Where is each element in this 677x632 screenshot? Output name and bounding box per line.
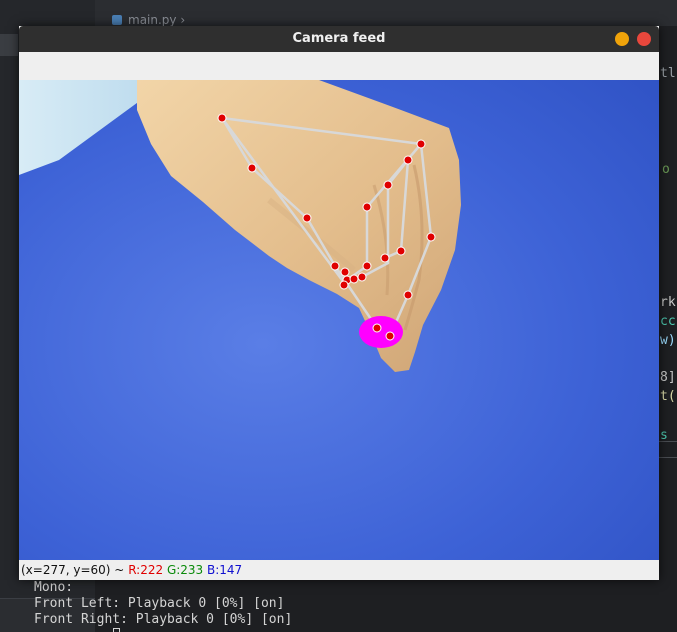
editor-tab-label: main.py bbox=[128, 13, 177, 27]
terminal-line: Mono: bbox=[34, 580, 74, 595]
code-fragment: 8] bbox=[660, 370, 676, 385]
close-button[interactable] bbox=[637, 32, 651, 46]
editor-tab-main[interactable]: main.py › bbox=[112, 13, 185, 27]
landmark-point bbox=[339, 280, 349, 290]
pixel-blue-value: B:147 bbox=[207, 563, 243, 577]
pinch-marker bbox=[359, 316, 403, 348]
landmark-point bbox=[403, 290, 413, 300]
editor-divider bbox=[659, 441, 677, 442]
camera-feed-window: Camera feed (x=277, y=60) ~ R:222 G:233 … bbox=[19, 26, 659, 580]
landmark-point bbox=[357, 272, 367, 282]
landmark-point bbox=[372, 323, 382, 333]
landmark-point bbox=[396, 246, 406, 256]
window-title: Camera feed bbox=[292, 31, 386, 46]
ide-sidebar-highlight bbox=[0, 34, 18, 56]
status-bar: (x=277, y=60) ~ R:222 G:233 B:147 bbox=[19, 560, 659, 580]
cursor-coordinates: (x=277, y=60) ~ bbox=[21, 563, 125, 577]
landmark-point bbox=[426, 232, 436, 242]
window-toolbar bbox=[19, 52, 659, 80]
pixel-red-value: R:222 bbox=[128, 563, 164, 577]
code-fragment: o bbox=[662, 162, 670, 177]
landmark-point bbox=[302, 213, 312, 223]
landmark-point bbox=[362, 261, 372, 271]
code-fragment: tl bbox=[660, 66, 676, 81]
landmark-point bbox=[362, 202, 372, 212]
editor-divider bbox=[659, 457, 677, 458]
landmark-point bbox=[383, 180, 393, 190]
terminal-cursor bbox=[113, 628, 120, 632]
landmark-point bbox=[385, 331, 395, 341]
camera-frame bbox=[19, 80, 659, 560]
landmark-point bbox=[416, 139, 426, 149]
code-fragment: rk bbox=[660, 295, 676, 310]
code-fragment: cc bbox=[660, 314, 676, 329]
landmark-point bbox=[349, 274, 359, 284]
pixel-green-value: G:233 bbox=[166, 563, 204, 577]
terminal-line: Front Right: Playback 0 [0%] [on] bbox=[34, 612, 293, 627]
window-titlebar[interactable]: Camera feed bbox=[19, 26, 659, 52]
code-fragment: w) bbox=[660, 333, 676, 348]
python-file-icon bbox=[112, 15, 122, 25]
camera-feed-image[interactable] bbox=[19, 80, 659, 560]
minimize-button[interactable] bbox=[615, 32, 629, 46]
landmark-point bbox=[330, 261, 340, 271]
landmark-point bbox=[380, 253, 390, 263]
terminal-line: Front Left: Playback 0 [0%] [on] bbox=[34, 596, 285, 611]
landmark-point bbox=[340, 267, 350, 277]
landmark-point bbox=[403, 155, 413, 165]
landmark-point bbox=[217, 113, 227, 123]
landmark-point bbox=[247, 163, 257, 173]
code-fragment: t( bbox=[660, 389, 676, 404]
